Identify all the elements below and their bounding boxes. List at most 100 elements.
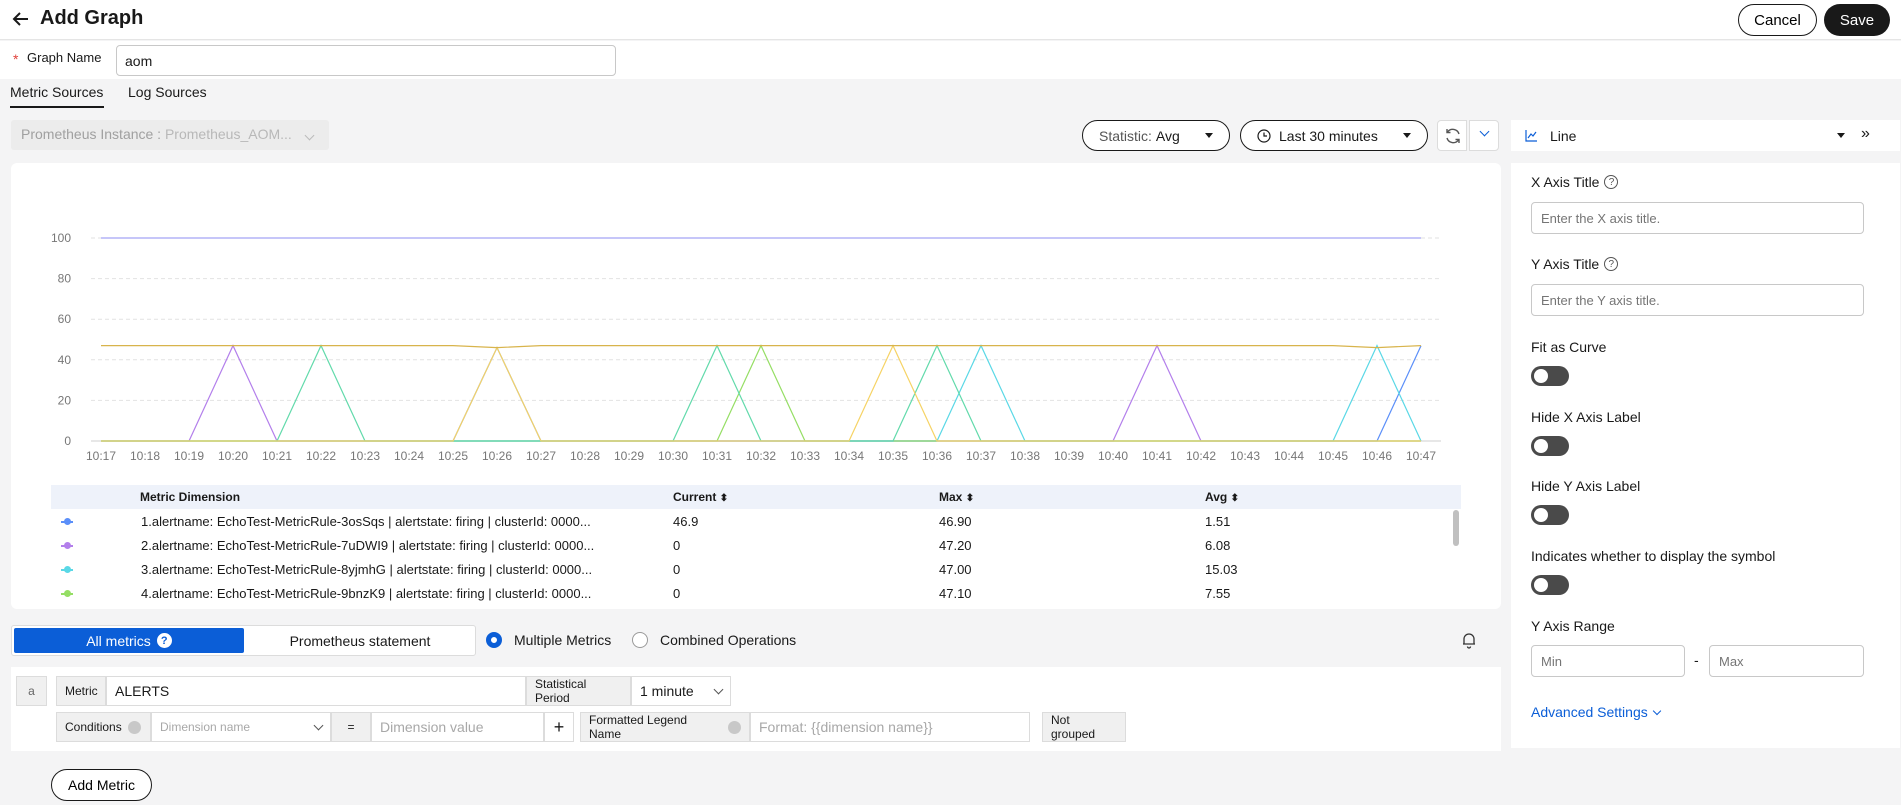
help-icon[interactable]: ? xyxy=(1604,175,1619,189)
combined-operations-label[interactable]: Combined Operations xyxy=(660,632,796,648)
fit-curve-label: Fit as Curve xyxy=(1531,339,1607,355)
page-title: Add Graph xyxy=(40,7,144,29)
x-tick-label: 10:31 xyxy=(702,449,732,463)
help-icon[interactable]: ? xyxy=(1604,257,1619,271)
metric-dimension-cell: 2.alertname: EchoTest-MetricRule-7uDWI9 … xyxy=(141,538,595,553)
max-cell: 47.00 xyxy=(939,562,972,577)
caret-down-icon xyxy=(1403,133,1411,138)
y-axis-title-input[interactable] xyxy=(1531,284,1864,316)
line-chart: 0 20 40 60 80 100 10:17 10:18 10:19 10:20 10:21 10:… xyxy=(51,231,1441,463)
tab-log-sources[interactable]: Log Sources xyxy=(128,84,207,100)
chart-type-select[interactable]: Line » xyxy=(1511,120,1900,151)
statistic-select[interactable]: Statistic: Avg xyxy=(1082,120,1230,151)
refresh-icon xyxy=(1446,128,1460,144)
series-color-dot xyxy=(64,566,71,573)
tab-metric-sources[interactable]: Metric Sources xyxy=(10,84,103,100)
time-range-select[interactable]: Last 30 minutes xyxy=(1240,120,1428,151)
prometheus-instance-select[interactable]: Prometheus Instance : Prometheus_AOM... xyxy=(11,120,329,150)
x-tick-label: 10:30 xyxy=(658,449,688,463)
table-row[interactable]: 1.alertname: EchoTest-MetricRule-3osSqs … xyxy=(51,510,1461,534)
legend-scrollbar[interactable] xyxy=(1453,510,1459,546)
add-metric-button[interactable]: Add Metric xyxy=(51,769,152,801)
metric-dimension-cell: 3.alertname: EchoTest-MetricRule-8yjmhG … xyxy=(141,562,593,577)
col-current[interactable]: Current ⬍ xyxy=(673,490,728,504)
back-arrow-icon[interactable] xyxy=(10,8,32,30)
required-asterisk: * xyxy=(13,51,19,67)
x-tick-label: 10:28 xyxy=(570,449,600,463)
series-line-5 xyxy=(101,344,1421,442)
statistical-period-select[interactable]: 1 minute xyxy=(631,676,731,706)
save-button[interactable]: Save xyxy=(1824,4,1890,36)
x-tick-label: 10:19 xyxy=(174,449,204,463)
current-cell: 46.9 xyxy=(673,514,699,529)
help-icon[interactable] xyxy=(728,720,741,734)
hide-y-toggle[interactable] xyxy=(1531,505,1569,525)
chevron-down-icon xyxy=(1652,706,1661,715)
advanced-settings-link[interactable]: Advanced Settings xyxy=(1531,704,1661,720)
multiple-metrics-label[interactable]: Multiple Metrics xyxy=(514,632,611,648)
bell-icon[interactable] xyxy=(1459,630,1479,650)
table-row[interactable]: 2.alertname: EchoTest-MetricRule-7uDWI9 … xyxy=(51,534,1461,558)
help-icon[interactable]: ? xyxy=(156,633,172,648)
metric-input[interactable]: ALERTS xyxy=(106,676,526,706)
prometheus-instance-value: Prometheus_AOM... xyxy=(164,126,292,142)
hide-x-toggle[interactable] xyxy=(1531,436,1569,456)
caret-down-icon xyxy=(1837,133,1845,138)
x-tick-label: 10:39 xyxy=(1054,449,1084,463)
dimension-name-select[interactable]: Dimension name xyxy=(151,712,331,742)
group-select[interactable]: Not grouped xyxy=(1042,712,1126,742)
table-row[interactable]: 4.alertname: EchoTest-MetricRule-9bnzK9 … xyxy=(51,582,1461,606)
dimension-value-placeholder: Dimension value xyxy=(380,719,484,735)
chevron-down-icon xyxy=(713,684,724,694)
statistic-value: Avg xyxy=(1155,127,1180,144)
x-tick-label: 10:34 xyxy=(834,449,864,463)
legend-table-header xyxy=(51,485,1461,509)
caret-down-icon xyxy=(1205,133,1213,138)
y-min-input[interactable] xyxy=(1531,645,1685,677)
metric-label: Metric xyxy=(56,676,106,706)
y-tick-label: 60 xyxy=(58,312,72,326)
avg-cell: 7.55 xyxy=(1205,586,1231,601)
statistic-label: Statistic: xyxy=(1099,127,1152,144)
combined-operations-radio[interactable] xyxy=(632,632,648,648)
col-metric-dimension: Metric Dimension xyxy=(140,490,241,504)
prometheus-statement-tab[interactable]: Prometheus statement xyxy=(247,628,473,653)
legend-name-input[interactable]: Format: {{dimension name}} xyxy=(750,712,1030,742)
x-tick-label: 10:29 xyxy=(614,449,644,463)
cancel-button[interactable]: Cancel xyxy=(1738,4,1817,36)
y-max-input[interactable] xyxy=(1709,645,1864,677)
x-tick-label: 10:32 xyxy=(746,449,776,463)
x-tick-label: 10:18 xyxy=(130,449,160,463)
display-symbol-toggle[interactable] xyxy=(1531,575,1569,595)
add-condition-button[interactable]: + xyxy=(544,712,574,742)
x-tick-label: 10:40 xyxy=(1098,449,1128,463)
conditions-label: Conditions xyxy=(56,712,151,742)
refresh-button[interactable] xyxy=(1437,120,1467,151)
all-metrics-tab[interactable]: All metrics ? xyxy=(14,628,244,653)
operator-select[interactable]: = xyxy=(331,712,371,742)
time-range-value: Last 30 minutes xyxy=(1279,127,1378,144)
current-cell: 0 xyxy=(673,538,681,553)
x-tick-label: 10:24 xyxy=(394,449,424,463)
x-tick-label: 10:22 xyxy=(306,449,336,463)
dimension-name-placeholder: Dimension name xyxy=(160,720,251,734)
range-separator: - xyxy=(1694,652,1699,668)
col-avg[interactable]: Avg ⬍ xyxy=(1205,490,1239,504)
help-icon[interactable] xyxy=(127,720,141,734)
graph-name-input[interactable] xyxy=(116,45,616,76)
x-tick-label: 10:26 xyxy=(482,449,512,463)
display-symbol-label: Indicates whether to display the symbol xyxy=(1531,548,1776,564)
x-axis-title-input[interactable] xyxy=(1531,202,1864,234)
x-tick-label: 10:17 xyxy=(86,449,116,463)
table-row[interactable]: 3.alertname: EchoTest-MetricRule-8yjmhG … xyxy=(51,558,1461,582)
col-max[interactable]: Max ⬍ xyxy=(939,490,974,504)
refresh-options-button[interactable] xyxy=(1469,120,1499,151)
x-tick-label: 10:21 xyxy=(262,449,292,463)
fit-curve-toggle[interactable] xyxy=(1531,366,1569,386)
x-tick-label: 10:36 xyxy=(922,449,952,463)
multiple-metrics-radio[interactable] xyxy=(486,632,502,648)
dimension-value-input[interactable]: Dimension value xyxy=(371,712,544,742)
chart-type-value: Line xyxy=(1550,128,1577,144)
sort-icon: ⬍ xyxy=(965,493,975,504)
collapse-panel-icon[interactable]: » xyxy=(1861,125,1870,143)
